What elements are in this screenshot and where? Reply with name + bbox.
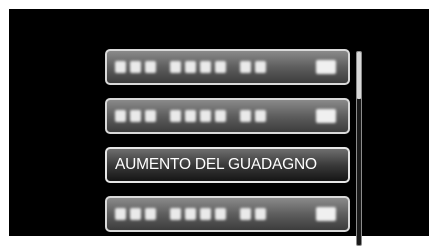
menu-item-2[interactable]	[105, 98, 350, 134]
scrollbar[interactable]	[356, 51, 362, 246]
menu-item-4[interactable]	[105, 196, 350, 232]
masked-value	[316, 60, 336, 74]
masked-value	[316, 109, 336, 123]
masked-label	[115, 110, 266, 122]
menu-item-label: AUMENTO DEL GUADAGNO	[115, 156, 317, 173]
menu-screen: AUMENTO DEL GUADAGNO	[9, 9, 429, 246]
menu-item-gain-up[interactable]: AUMENTO DEL GUADAGNO	[105, 147, 350, 183]
menu-item-1[interactable]	[105, 49, 350, 85]
masked-value	[316, 207, 336, 221]
masked-label	[115, 61, 266, 73]
scroll-thumb[interactable]	[357, 52, 361, 99]
masked-label	[115, 208, 266, 220]
